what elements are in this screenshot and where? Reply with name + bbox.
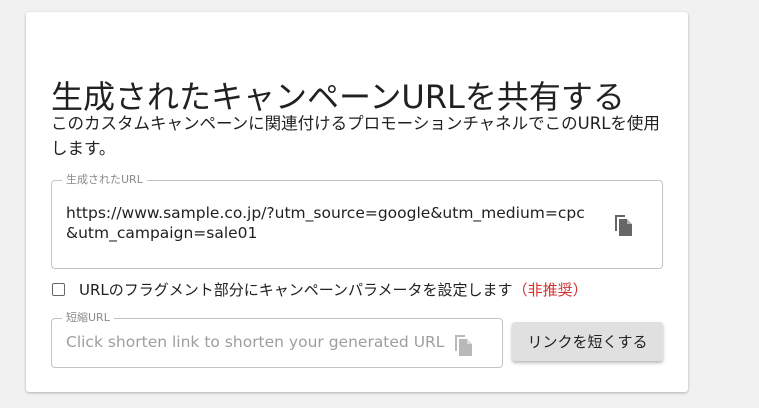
generated-url-value[interactable]: https://www.sample.co.jp/?utm_source=goo… [66, 203, 596, 243]
copy-icon[interactable] [612, 211, 634, 237]
short-url-field[interactable]: 短縮URL [51, 311, 503, 368]
short-url-input[interactable] [66, 333, 446, 351]
copy-icon[interactable] [452, 331, 474, 357]
shorten-link-button[interactable]: リンクを短くする [512, 322, 663, 361]
short-url-label: 短縮URL [62, 311, 114, 325]
fragment-option-row[interactable]: URLのフラグメント部分にキャンペーンパラメータを設定します （非推奨） [52, 278, 588, 300]
fragment-option-label: URLのフラグメント部分にキャンペーンパラメータを設定します [79, 280, 513, 299]
card-description: このカスタムキャンペーンに関連付けるプロモーションチャネルでこのURLを使用しま… [51, 114, 660, 158]
share-url-card: 生成されたキャンペーンURLを共有する このカスタムキャンペーンに関連付けるプロ… [26, 12, 688, 392]
fragment-warning: （非推奨） [512, 280, 588, 299]
generated-url-label: 生成されたURL [62, 173, 147, 187]
generated-url-field[interactable]: 生成されたURL https://www.sample.co.jp/?utm_s… [51, 173, 663, 269]
fragment-checkbox[interactable] [52, 282, 65, 296]
